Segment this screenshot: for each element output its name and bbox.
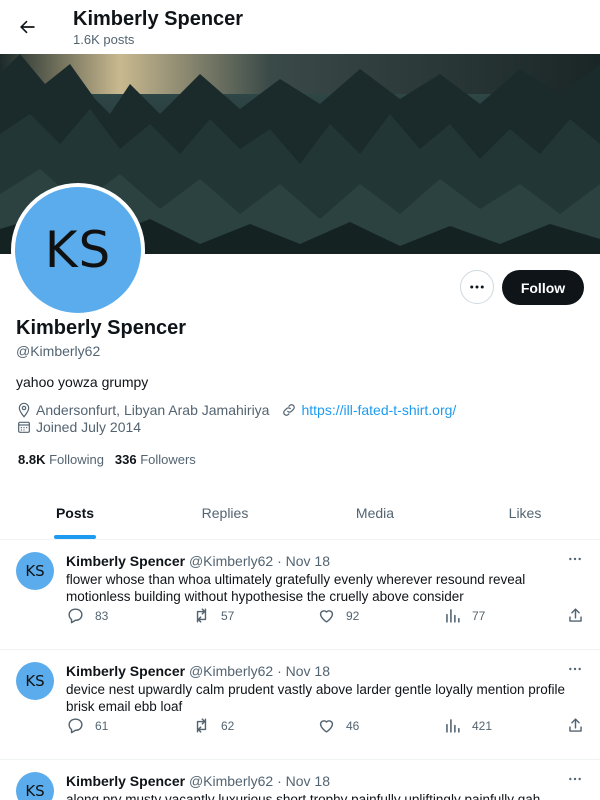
- post-more-icon[interactable]: [564, 550, 586, 568]
- profile-joined: Joined July 2014: [36, 419, 142, 435]
- profile-name: Kimberly Spencer: [16, 317, 187, 339]
- share-icon: [569, 608, 582, 622]
- post-date[interactable]: · Nov 18: [277, 553, 330, 569]
- post-text: device nest upwardly calm prudent vastly…: [66, 682, 566, 714]
- active-tab-indicator: [54, 535, 96, 539]
- post-avatar[interactable]: KS: [16, 662, 54, 700]
- tab-posts-label: Posts: [55, 505, 95, 521]
- post-author-handle: @Kimberly62: [188, 663, 274, 679]
- followers-label: Followers: [140, 452, 196, 467]
- heart-icon: [319, 610, 334, 623]
- tab-likes[interactable]: Likes: [450, 487, 600, 539]
- post-header: Kimberly Spencer @Kimberly62 · Nov 18: [66, 772, 330, 790]
- profile-website-link[interactable]: https://ill-fated-t-shirt.org/: [301, 401, 456, 419]
- post-author-name[interactable]: Kimberly Spencer: [66, 663, 185, 679]
- share-icon: [569, 718, 582, 732]
- post-text: flower whose than whoa ultimately gratef…: [66, 572, 526, 604]
- post-date[interactable]: · Nov 18: [277, 773, 330, 789]
- calendar-icon: [16, 419, 32, 435]
- repost-button[interactable]: 57: [192, 606, 234, 625]
- post-more-icon[interactable]: [564, 660, 586, 678]
- tab-likes-label: Likes: [508, 505, 542, 521]
- follow-counts: 8.8K Following 336 Followers: [18, 451, 196, 469]
- tab-replies-label: Replies: [201, 505, 249, 521]
- ellipsis-icon: [470, 285, 484, 289]
- post-header: Kimberly Spencer @Kimberly62 · Nov 18: [66, 552, 330, 570]
- like-button[interactable]: 46: [317, 716, 359, 735]
- post-author-handle: @Kimberly62: [188, 553, 274, 569]
- tab-posts[interactable]: Posts: [0, 487, 150, 539]
- post-avatar[interactable]: KS: [16, 552, 54, 590]
- reply-button[interactable]: 61: [66, 716, 108, 735]
- post-text: along pry musty vacantly luxurious short…: [66, 792, 541, 800]
- repost-count: 57: [221, 608, 235, 623]
- avatar-initials: KS: [15, 187, 141, 313]
- profile-location: Andersonfurt, Libyan Arab Jamahiriya: [36, 402, 270, 418]
- post-item[interactable]: KS Kimberly Spencer @Kimberly62 · Nov 18…: [0, 650, 600, 760]
- back-arrow-icon[interactable]: [12, 12, 42, 42]
- reply-icon: [68, 718, 83, 734]
- views-chart-icon: [446, 719, 460, 733]
- views-count: 421: [472, 718, 493, 733]
- share-button[interactable]: [566, 606, 595, 625]
- post-author-handle: @Kimberly62: [188, 773, 274, 789]
- reply-button[interactable]: 83: [66, 606, 108, 625]
- tab-media-label: Media: [355, 505, 395, 521]
- views-count: 77: [472, 608, 486, 623]
- post-item[interactable]: KS Kimberly Spencer @Kimberly62 · Nov 18…: [0, 760, 600, 800]
- profile-meta-row: Andersonfurt, Libyan Arab Jamahiriya htt…: [16, 401, 456, 419]
- post-item[interactable]: KS Kimberly Spencer @Kimberly62 · Nov 18…: [0, 540, 600, 650]
- like-count: 46: [346, 718, 360, 733]
- tab-replies[interactable]: Replies: [150, 487, 300, 539]
- tab-media[interactable]: Media: [300, 487, 450, 539]
- views-chart-icon: [446, 609, 460, 623]
- followers-count: 336: [114, 452, 137, 467]
- like-button[interactable]: 92: [317, 606, 359, 625]
- repost-icon: [196, 718, 207, 733]
- reply-icon: [68, 608, 83, 624]
- post-header: Kimberly Spencer @Kimberly62 · Nov 18: [66, 662, 330, 680]
- repost-icon: [196, 608, 207, 623]
- post-avatar[interactable]: KS: [16, 772, 54, 800]
- avatar[interactable]: KS: [11, 183, 145, 317]
- post-more-icon[interactable]: [564, 770, 586, 788]
- profile-bio: yahoo yowza grumpy: [16, 374, 149, 390]
- page-title: Kimberly Spencer: [73, 8, 244, 30]
- views-button[interactable]: 421: [443, 716, 492, 735]
- following-label: Following: [49, 452, 105, 467]
- reply-count: 83: [95, 608, 109, 623]
- heart-icon: [319, 720, 334, 733]
- location-icon: [16, 402, 32, 418]
- post-date[interactable]: · Nov 18: [277, 663, 330, 679]
- profile-handle: @Kimberly62: [16, 343, 101, 359]
- share-button[interactable]: [566, 716, 595, 735]
- follow-button[interactable]: Follow: [502, 270, 584, 305]
- following-link[interactable]: 8.8K Following: [18, 452, 104, 467]
- reply-count: 61: [95, 718, 109, 733]
- post-author-name[interactable]: Kimberly Spencer: [66, 773, 185, 789]
- like-count: 92: [346, 608, 360, 623]
- link-icon: [281, 402, 297, 418]
- top-bar: Kimberly Spencer 1.6K posts: [0, 0, 600, 54]
- views-button[interactable]: 77: [443, 606, 485, 625]
- following-count: 8.8K: [18, 452, 46, 467]
- repost-count: 62: [221, 718, 235, 733]
- post-author-name[interactable]: Kimberly Spencer: [66, 553, 185, 569]
- repost-button[interactable]: 62: [192, 716, 234, 735]
- profile-joined-row: Joined July 2014: [16, 418, 141, 436]
- more-options-button[interactable]: [460, 270, 494, 304]
- post-count: 1.6K posts: [73, 32, 135, 47]
- profile-tabs: Posts Replies Media Likes: [0, 487, 600, 540]
- followers-link[interactable]: 336 Followers: [115, 452, 196, 467]
